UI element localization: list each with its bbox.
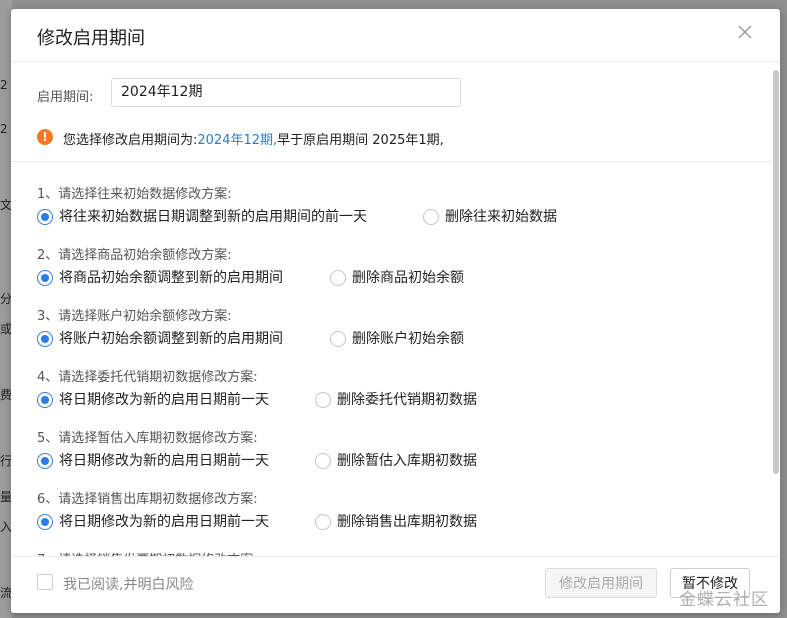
- radio-checked-icon: [37, 209, 53, 225]
- question-title: 2、请选择商品初始余额修改方案:: [37, 248, 232, 263]
- option-label: 删除销售出库期初数据: [337, 514, 477, 530]
- warning-suffix: 早于原启用期间 2025年1期,: [277, 133, 444, 148]
- modify-period-button[interactable]: 修改启用期间: [545, 568, 657, 598]
- option-label: 将账户初始余额调整到新的启用期间: [59, 331, 283, 347]
- option-label: 将商品初始余额调整到新的启用期间: [59, 270, 283, 286]
- risk-ack-checkbox[interactable]: [37, 574, 53, 590]
- question-options: 将日期修改为新的启用日期前一天 删除暂估入库期初数据: [37, 452, 477, 472]
- watermark: 金蝶云社区: [679, 590, 769, 610]
- question-options: 将账户初始余额调整到新的启用期间 删除账户初始余额: [37, 330, 464, 350]
- question-title: 4、请选择委托代销期初数据修改方案:: [37, 370, 258, 385]
- question-options: 将日期修改为新的启用日期前一天 删除委托代销期初数据: [37, 391, 477, 411]
- risk-ack-label: 我已阅读,并明白风险: [63, 577, 194, 593]
- dialog-header: 修改启用期间: [11, 9, 780, 62]
- question-title: 1、请选择往来初始数据修改方案:: [37, 187, 232, 202]
- question-title: 3、请选择账户初始余额修改方案:: [37, 309, 232, 324]
- radio-unchecked-icon: [315, 453, 331, 469]
- dialog-footer: 我已阅读,并明白风险 修改启用期间 暂不修改: [11, 556, 780, 613]
- question-6: 6、请选择销售出库期初数据修改方案: 将日期修改为新的启用日期前一天 删除销售出…: [37, 488, 477, 533]
- question-3: 3、请选择账户初始余额修改方案: 将账户初始余额调整到新的启用期间 删除账户初始…: [37, 305, 464, 350]
- option-label: 删除暂估入库期初数据: [337, 453, 477, 469]
- period-input[interactable]: 2024年12期: [111, 78, 461, 107]
- warning-text: 您选择修改启用期间为:2024年12期,早于原启用期间 2025年1期,: [63, 129, 444, 148]
- scrollbar[interactable]: [772, 62, 780, 557]
- question-title: 6、请选择销售出库期初数据修改方案:: [37, 492, 258, 507]
- radio-checked-icon: [37, 392, 53, 408]
- radio-unchecked-icon: [315, 514, 331, 530]
- question-1: 1、请选择往来初始数据修改方案: 将往来初始数据日期调整到新的启用期间的前一天 …: [37, 183, 557, 228]
- option-label: 删除账户初始余额: [352, 331, 464, 347]
- radio-unchecked-icon: [330, 331, 346, 347]
- radio-checked-icon: [37, 270, 53, 286]
- option-label: 删除商品初始余额: [352, 270, 464, 286]
- question-title: 5、请选择暂估入库期初数据修改方案:: [37, 431, 258, 446]
- warning-icon: !: [37, 129, 53, 145]
- radio-checked-icon: [37, 331, 53, 347]
- option-label: 删除委托代销期初数据: [337, 392, 477, 408]
- scrollbar-thumb[interactable]: [773, 70, 779, 474]
- option-label: 将日期修改为新的启用日期前一天: [59, 514, 269, 530]
- question-options: 将日期修改为新的启用日期前一天 删除销售出库期初数据: [37, 513, 477, 533]
- question-options: 将往来初始数据日期调整到新的启用期间的前一天 删除往来初始数据: [37, 208, 557, 228]
- radio-checked-icon: [37, 514, 53, 530]
- question-options: 将商品初始余额调整到新的启用期间 删除商品初始余额: [37, 269, 464, 289]
- option-label: 将日期修改为新的启用日期前一天: [59, 392, 269, 408]
- question-5: 5、请选择暂估入库期初数据修改方案: 将日期修改为新的启用日期前一天 删除暂估入…: [37, 427, 477, 472]
- option-label: 将日期修改为新的启用日期前一天: [59, 453, 269, 469]
- modify-period-dialog: 修改启用期间 启用期间: 2024年12期 ! 您选择修改启用期间为:2024年…: [11, 9, 780, 613]
- option-label: 删除往来初始数据: [445, 209, 557, 225]
- close-icon[interactable]: [736, 23, 754, 41]
- radio-unchecked-icon: [423, 209, 439, 225]
- option-label: 将往来初始数据日期调整到新的启用期间的前一天: [59, 209, 367, 225]
- period-label: 启用期间:: [37, 90, 94, 105]
- divider: [11, 161, 772, 162]
- radio-unchecked-icon: [315, 392, 331, 408]
- dialog-body: 启用期间: 2024年12期 ! 您选择修改启用期间为:2024年12期,早于原…: [11, 62, 772, 557]
- warning-prefix: 您选择修改启用期间为:: [63, 133, 198, 148]
- radio-unchecked-icon: [330, 270, 346, 286]
- question-2: 2、请选择商品初始余额修改方案: 将商品初始余额调整到新的启用期间 删除商品初始…: [37, 244, 464, 289]
- question-4: 4、请选择委托代销期初数据修改方案: 将日期修改为新的启用日期前一天 删除委托代…: [37, 366, 477, 411]
- warning-new-period: 2024年12期,: [197, 133, 278, 148]
- dialog-title: 修改启用期间: [37, 28, 145, 49]
- radio-checked-icon: [37, 453, 53, 469]
